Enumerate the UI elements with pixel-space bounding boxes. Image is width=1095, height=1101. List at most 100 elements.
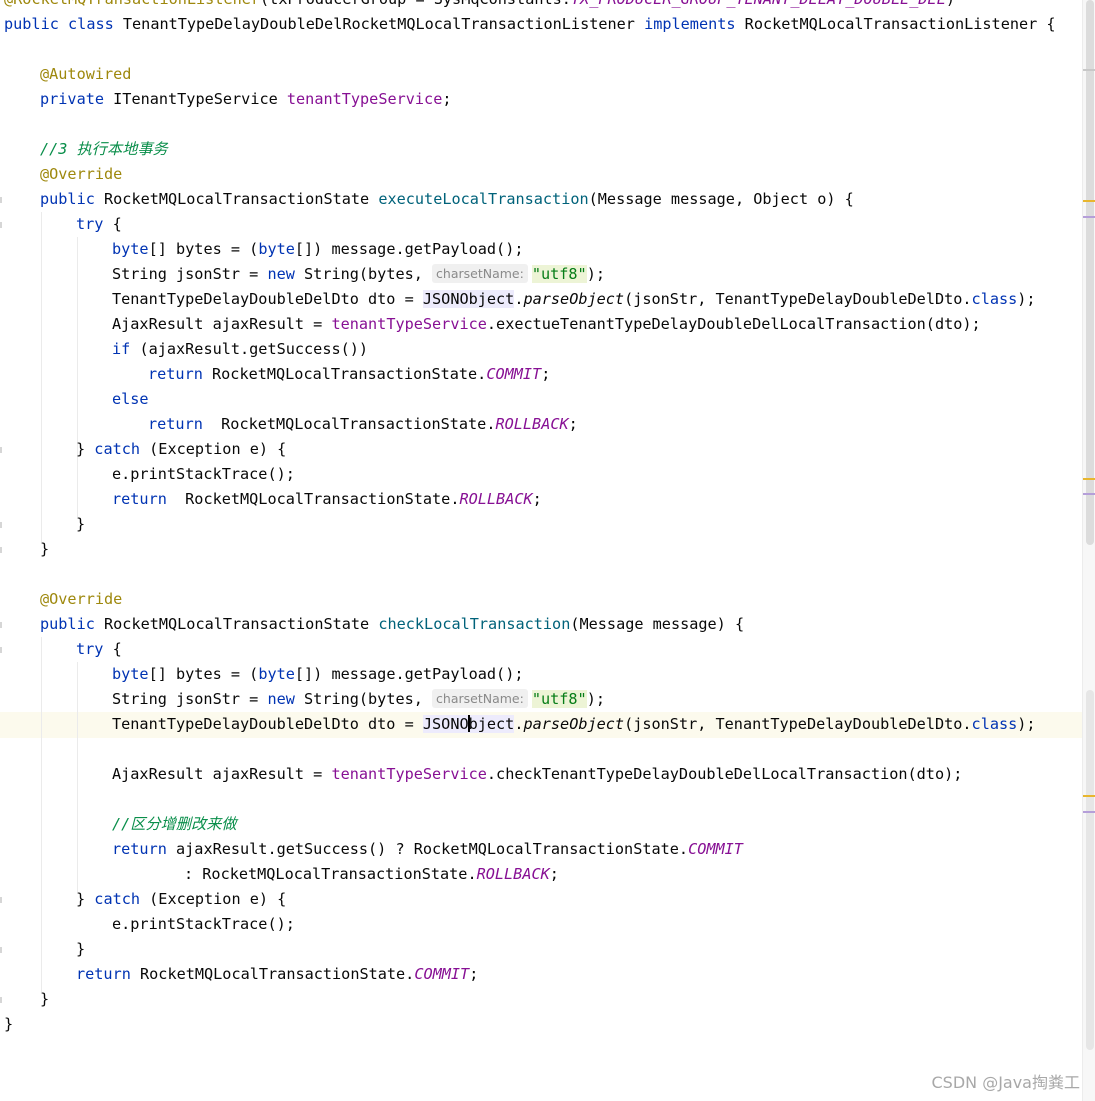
info-marker[interactable] <box>1083 811 1095 813</box>
code-token: ; <box>568 415 578 433</box>
warning-marker[interactable] <box>1083 795 1095 797</box>
vertical-scrollbar[interactable] <box>1082 0 1095 1101</box>
code-token: String(bytes, <box>294 690 433 708</box>
keyword-token: public <box>4 15 59 33</box>
field-token: tenantTypeService <box>331 315 487 333</box>
code-token: ); <box>1017 715 1036 733</box>
code-line-return-commit: return RocketMQLocalTransactionState.COM… <box>148 362 550 387</box>
fold-marker[interactable] <box>0 947 2 953</box>
fold-marker[interactable] <box>0 222 2 228</box>
fold-marker[interactable] <box>0 997 2 1003</box>
code-line-class-close: } <box>4 1012 13 1037</box>
fold-marker[interactable] <box>0 522 2 528</box>
code-token: e.printStackTrace(); <box>112 465 295 483</box>
code-token: { <box>103 215 122 233</box>
keyword-token: return <box>148 365 203 383</box>
code-token: ajaxResult.getSuccess() ? RocketMQLocalT… <box>166 840 689 858</box>
code-token: TenantTypeDelayDoubleDelDto dto = <box>112 290 423 308</box>
code-token: } <box>76 440 95 458</box>
code-editor[interactable]: @RocketMQTransactionListener(txProducerG… <box>0 0 1082 1101</box>
identifier-part: JSONO <box>422 715 469 733</box>
identifier-highlight: JSONObject <box>422 715 515 733</box>
code-line-method-signature: public RocketMQLocalTransactionState exe… <box>40 187 854 212</box>
keyword-token: return <box>112 490 167 508</box>
code-token: RocketMQLocalTransactionState. <box>130 965 415 983</box>
code-token: AjaxResult ajaxResult = <box>112 765 332 783</box>
code-token: (Exception e) { <box>140 890 287 908</box>
keyword-token: byte <box>112 240 149 258</box>
annotation-token: @Autowired <box>40 65 132 83</box>
code-token: } <box>76 890 95 908</box>
code-line-try: try { <box>76 212 122 237</box>
identifier-part: bject <box>468 715 515 733</box>
identifier-highlight: JSONObject <box>422 290 515 308</box>
code-token: [] bytes = ( <box>148 240 259 258</box>
interface-name-token: RocketMQLocalTransactionListener { <box>735 15 1056 33</box>
code-line-close-brace: } <box>76 937 85 962</box>
code-token: String jsonStr = <box>112 690 268 708</box>
warning-marker[interactable] <box>1083 478 1095 480</box>
warning-marker[interactable] <box>1083 200 1095 202</box>
static-method-token: parseObject <box>523 290 625 308</box>
annotation-token: @Override <box>40 590 123 608</box>
code-line-if: if (ajaxResult.getSuccess()) <box>112 337 368 362</box>
scroll-marker[interactable] <box>1083 69 1095 71</box>
comment-token: //区分增删改来做 <box>112 815 237 833</box>
code-token: ; <box>469 965 479 983</box>
keyword-token: try <box>76 215 104 233</box>
fold-marker[interactable] <box>0 647 2 653</box>
code-token: RocketMQLocalTransactionState. <box>202 365 487 383</box>
code-line-field: private ITenantTypeService tenantTypeSer… <box>40 87 452 112</box>
code-token: } <box>40 990 50 1008</box>
code-token: ); <box>586 690 606 708</box>
keyword-token: byte <box>112 665 149 683</box>
params-token: (Message message) { <box>570 615 745 633</box>
constant-token: ROLLBACK <box>459 490 533 508</box>
code-line-catch: } catch (Exception e) { <box>76 887 286 912</box>
code-token: ); <box>586 265 606 283</box>
fold-marker[interactable] <box>0 447 2 453</box>
code-line-jsonstr: String jsonStr = new String(bytes, chars… <box>112 262 605 287</box>
fold-marker[interactable] <box>0 622 2 628</box>
keyword-token: new <box>267 265 295 283</box>
code-token: RocketMQLocalTransactionState. <box>202 415 496 433</box>
code-line-method-signature: public RocketMQLocalTransactionState che… <box>40 612 744 637</box>
indent-guide <box>41 212 42 542</box>
keyword-token: class <box>971 715 1018 733</box>
keyword-token: public <box>40 615 95 633</box>
code-token: } <box>76 515 86 533</box>
code-token: (jsonStr, TenantTypeDelayDoubleDelDto. <box>624 290 972 308</box>
code-token: [] bytes = ( <box>148 665 259 683</box>
code-line-dto: TenantTypeDelayDoubleDelDto dto = JSONOb… <box>112 287 1036 312</box>
scrollbar-thumb[interactable] <box>1086 0 1094 545</box>
static-method-token: parseObject <box>523 715 625 733</box>
code-line-autowired: @Autowired <box>40 62 131 87</box>
keyword-token: else <box>112 390 149 408</box>
code-token: } <box>4 1015 14 1033</box>
fold-marker[interactable] <box>0 897 2 903</box>
code-token: RocketMQLocalTransactionState. <box>166 490 460 508</box>
fold-marker[interactable] <box>0 547 2 553</box>
code-token: (Exception e) { <box>140 440 287 458</box>
keyword-token: implements <box>644 15 736 33</box>
fold-marker[interactable] <box>0 197 2 203</box>
indent-guide <box>77 662 78 892</box>
code-token: ; <box>442 90 452 108</box>
keyword-token: return <box>112 840 167 858</box>
info-marker[interactable] <box>1083 216 1095 218</box>
code-line-catch: } catch (Exception e) { <box>76 437 286 462</box>
code-token: ; <box>541 365 551 383</box>
keyword-token: class <box>68 15 114 33</box>
keyword-token: byte <box>258 240 295 258</box>
code-token: e.printStackTrace(); <box>112 915 295 933</box>
code-line-return-rollback: return RocketMQLocalTransactionState.ROL… <box>112 487 542 512</box>
code-line-override: @Override <box>40 587 122 612</box>
constant-token: ROLLBACK <box>476 865 550 883</box>
type-token: RocketMQLocalTransactionState <box>94 190 379 208</box>
info-marker[interactable] <box>1083 493 1095 495</box>
comment-token: //3 执行本地事务 <box>40 140 168 158</box>
code-token: []) message.getPayload(); <box>294 240 524 258</box>
code-line-close-brace: } <box>40 987 49 1012</box>
field-token: tenantTypeService <box>286 90 443 108</box>
keyword-token: return <box>76 965 131 983</box>
